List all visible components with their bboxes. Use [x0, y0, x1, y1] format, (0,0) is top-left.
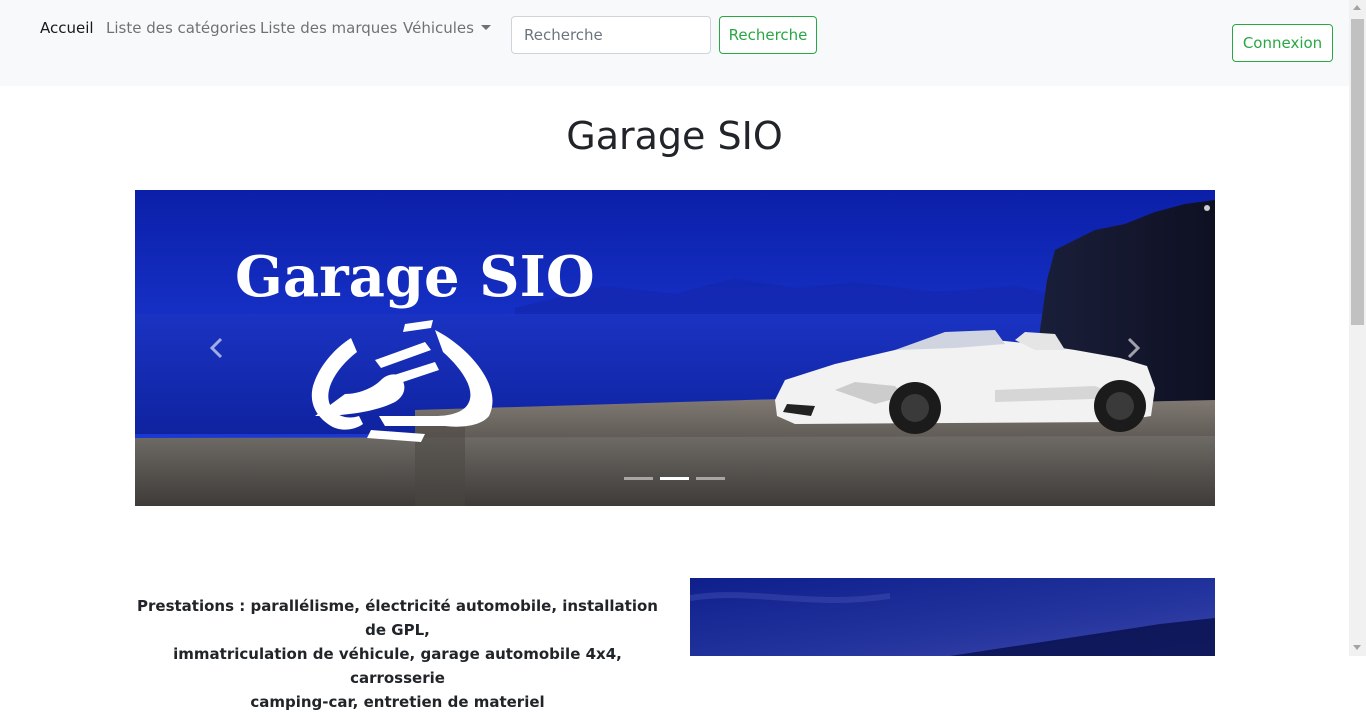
carousel-next-button[interactable]: [1119, 330, 1149, 366]
nav-dropdown-vehicules[interactable]: Véhicules: [403, 18, 491, 38]
page-title: Garage SIO: [566, 114, 783, 158]
carousel-prev-button[interactable]: [201, 330, 231, 366]
scroll-up-arrow-icon[interactable]: [1353, 5, 1361, 10]
scrollbar-thumb[interactable]: [1351, 19, 1364, 325]
services-line: Prestations : parallélisme, électricité …: [137, 597, 658, 639]
navbar: Accueil Liste des catégories Liste des m…: [0, 0, 1349, 86]
chevron-right-icon: [1127, 337, 1141, 359]
carousel-indicator-1[interactable]: [624, 477, 653, 480]
search-input[interactable]: [511, 16, 711, 54]
login-button[interactable]: Connexion: [1232, 24, 1333, 62]
search-button[interactable]: Recherche: [719, 16, 817, 54]
nav-link-categories[interactable]: Liste des catégories: [106, 18, 256, 38]
carousel-slide-image: Garage SIO: [135, 190, 1215, 506]
scrollbar[interactable]: [1349, 0, 1366, 656]
services-line: immatriculation de véhicule, garage auto…: [173, 645, 622, 687]
garage-photo: [690, 578, 1215, 656]
services-text: Prestations : parallélisme, électricité …: [135, 594, 660, 714]
nav-dropdown-label: Véhicules: [403, 19, 474, 37]
chevron-left-icon: [209, 337, 223, 359]
caret-down-icon: [480, 25, 491, 30]
nav-link-marques[interactable]: Liste des marques: [260, 18, 397, 38]
garage-sio-logo-text: Garage SIO: [235, 244, 595, 310]
carousel-indicator-2[interactable]: [660, 477, 689, 480]
carousel: Garage SIO: [135, 190, 1215, 506]
nav-link-accueil[interactable]: Accueil: [40, 18, 94, 38]
carousel-indicator-3[interactable]: [696, 477, 725, 480]
services-line: camping-car, entretien de materiel: [250, 693, 545, 711]
scroll-down-arrow-icon[interactable]: [1353, 645, 1361, 650]
